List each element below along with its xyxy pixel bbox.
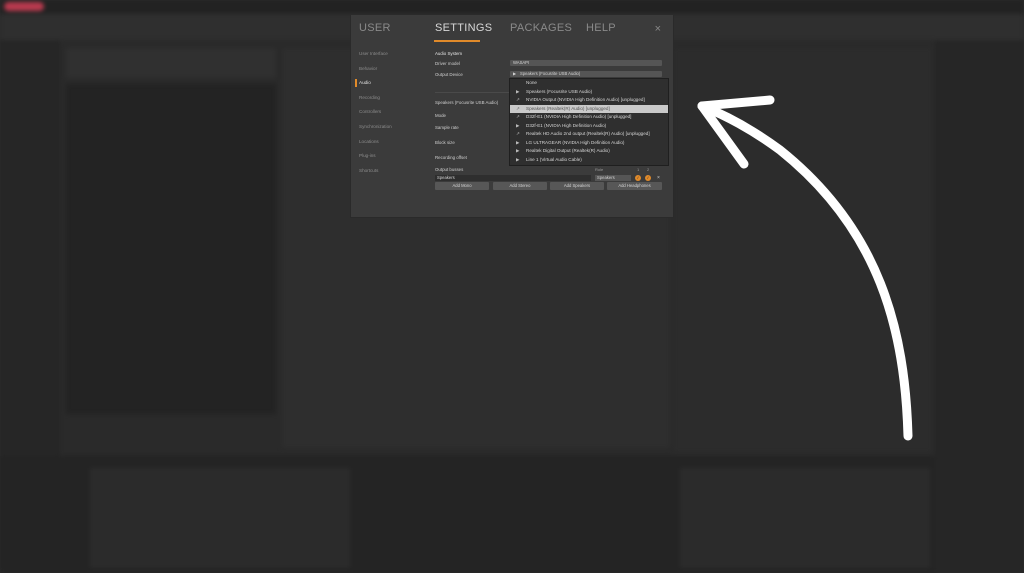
dropdown-item[interactable]: ↗ D32f-E1 (NVIDIA High Definition Audio) … bbox=[510, 113, 668, 122]
nav-item-shortcuts[interactable]: Shortcuts bbox=[355, 166, 423, 181]
output-device-label: Output Device bbox=[435, 72, 463, 77]
sample-rate-label: Sample rate bbox=[435, 125, 459, 130]
channel-1-toggle[interactable]: ✓ bbox=[635, 175, 641, 181]
add-speakers-button[interactable]: Add Speakers bbox=[550, 182, 604, 190]
recording-offset-label: Recording offset bbox=[435, 155, 467, 160]
role-header: Role bbox=[595, 167, 604, 172]
dropdown-item-label: Realtek Digital Output (Realtek(R) Audio… bbox=[526, 148, 610, 153]
dropdown-item-label: Line 1 (Virtual Audio Cable) bbox=[526, 156, 582, 162]
dropdown-item-label: Speakers (Realtek(R) Audio) [unplugged] bbox=[526, 105, 610, 111]
unplugged-icon: ↗ bbox=[516, 114, 520, 119]
channel-2-toggle[interactable]: ✓ bbox=[645, 175, 651, 181]
dropdown-item[interactable]: ▶ Realtek Digital Output (Realtek(R) Audi… bbox=[510, 147, 668, 156]
dropdown-item-label: D32f-E1 (NVIDIA High Definition Audio) [… bbox=[526, 114, 632, 119]
play-icon: ▶ bbox=[516, 156, 520, 162]
channel-1-header: 1 bbox=[637, 167, 640, 172]
driver-model-label: Driver model bbox=[435, 61, 460, 66]
output-busses-label: Output busses bbox=[435, 167, 464, 172]
tab-settings[interactable]: SETTINGS bbox=[435, 22, 492, 34]
settings-nav: User Interface Behavior Audio Recording … bbox=[355, 49, 423, 180]
device-heading: Speakers (Focusrite USB Audio) bbox=[435, 100, 499, 105]
dropdown-item[interactable]: ▶ Speakers (Focusrite USB Audio) bbox=[510, 88, 668, 97]
dropdown-item-label: NVIDIA Output (NVIDIA High Definition Au… bbox=[526, 97, 645, 102]
output-device-value: Speakers (Focusrite USB Audio) bbox=[520, 71, 581, 76]
dropdown-item-label: Realtek HD Audio 2nd output (Realtek(R) … bbox=[526, 131, 650, 136]
play-icon: ▶ bbox=[516, 148, 520, 153]
nav-item-user-interface[interactable]: User Interface bbox=[355, 49, 423, 64]
add-stereo-button[interactable]: Add Stereo bbox=[493, 182, 547, 190]
close-icon[interactable]: × bbox=[655, 23, 661, 35]
dialog-tabs: USER SETTINGS PACKAGES HELP × bbox=[351, 15, 673, 43]
tab-user[interactable]: USER bbox=[359, 22, 391, 34]
unplugged-icon: ↗ bbox=[516, 131, 520, 136]
play-icon: ▶ bbox=[516, 122, 520, 128]
nav-item-audio[interactable]: Audio bbox=[355, 78, 423, 93]
record-indicator bbox=[4, 2, 44, 11]
bus-name-field[interactable]: Speakers bbox=[435, 175, 591, 181]
dropdown-item-label: None bbox=[526, 80, 537, 85]
app-top-bar bbox=[0, 0, 1024, 14]
active-tab-indicator bbox=[434, 40, 480, 42]
right-dock bbox=[935, 40, 1024, 573]
bus-role-select[interactable]: Speakers bbox=[595, 175, 631, 181]
output-device-dropdown: None ▶ Speakers (Focusrite USB Audio) ↗ NV… bbox=[509, 78, 669, 166]
tab-help[interactable]: HELP bbox=[586, 22, 616, 34]
add-headphones-button[interactable]: Add Headphones bbox=[607, 182, 662, 190]
nav-item-behavior[interactable]: Behavior bbox=[355, 64, 423, 79]
output-bus-row: Speakers Speakers ✓ ✓ × bbox=[435, 175, 663, 181]
dropdown-item[interactable]: ▶ D32f-E1 (NVIDIA High Definition Audio) bbox=[510, 122, 668, 131]
remove-bus-icon[interactable]: × bbox=[657, 175, 660, 181]
nav-item-recording[interactable]: Recording bbox=[355, 93, 423, 108]
browser-panel bbox=[66, 84, 276, 414]
audio-system-heading: Audio System bbox=[435, 51, 463, 56]
nav-item-plugins[interactable]: Plug-ins bbox=[355, 151, 423, 166]
play-icon: ▶ bbox=[513, 71, 517, 76]
dropdown-item[interactable]: None bbox=[510, 79, 668, 88]
unplugged-icon: ↗ bbox=[516, 97, 520, 102]
nav-item-synchronization[interactable]: Synchronization bbox=[355, 122, 423, 137]
mode-label: Mode bbox=[435, 113, 446, 118]
unplugged-icon: ↗ bbox=[516, 105, 520, 111]
channel-2-header: 2 bbox=[647, 167, 650, 172]
left-dock bbox=[0, 40, 60, 456]
dropdown-item[interactable]: ↗ Realtek HD Audio 2nd output (Realtek(R)… bbox=[510, 130, 668, 139]
play-icon: ▶ bbox=[516, 139, 520, 145]
dropdown-item-label: LG ULTRAGEAR (NVIDIA High Definition Aud… bbox=[526, 139, 625, 145]
nav-item-locations[interactable]: Locations bbox=[355, 137, 423, 152]
play-icon: ▶ bbox=[516, 88, 520, 94]
bottom-device-strip bbox=[90, 468, 350, 568]
output-device-select[interactable]: ▶ Speakers (Focusrite USB Audio) bbox=[510, 71, 662, 77]
block-size-label: Block size bbox=[435, 140, 455, 145]
bottom-mixer-strip bbox=[680, 468, 930, 568]
dropdown-item-highlighted[interactable]: ↗ Speakers (Realtek(R) Audio) [unplugged] bbox=[510, 104, 668, 113]
dropdown-item-label: D32f-E1 (NVIDIA High Definition Audio) bbox=[526, 122, 607, 128]
dropdown-item-label: Speakers (Focusrite USB Audio) bbox=[526, 88, 593, 94]
dropdown-item[interactable]: ▶ Line 1 (Virtual Audio Cable) bbox=[510, 156, 668, 165]
dropdown-item[interactable]: ▶ LG ULTRAGEAR (NVIDIA High Definition Au… bbox=[510, 139, 668, 148]
dropdown-item[interactable]: ↗ NVIDIA Output (NVIDIA High Definition A… bbox=[510, 96, 668, 105]
tab-packages[interactable]: PACKAGES bbox=[510, 22, 572, 34]
nav-item-controllers[interactable]: Controllers bbox=[355, 107, 423, 122]
driver-model-select[interactable]: WASAPI bbox=[510, 60, 662, 66]
inspector-panel bbox=[674, 48, 932, 452]
add-mono-button[interactable]: Add Mono bbox=[435, 182, 489, 190]
add-bus-buttons: Add Mono Add Stereo Add Speakers Add Hea… bbox=[435, 182, 663, 190]
browser-header bbox=[66, 48, 276, 78]
